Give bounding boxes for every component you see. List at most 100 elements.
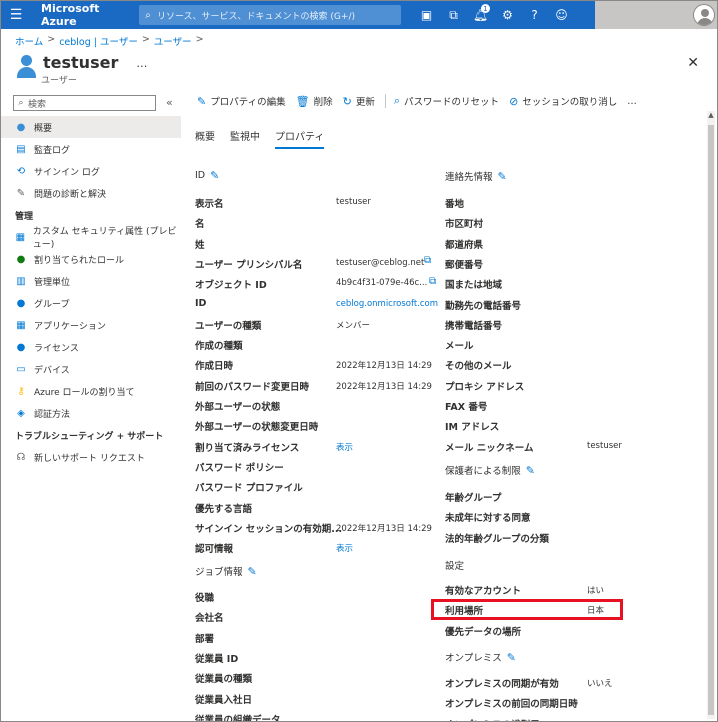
reset-password-button[interactable]: ⌕ パスワードのリセット — [394, 94, 499, 108]
revoke-sessions-label: セッションの取り消し — [522, 97, 618, 108]
property-label: 国または地域 — [445, 280, 503, 292]
property-label: IM アドレス — [445, 422, 500, 434]
global-search-input[interactable]: ⌕ リソース、サービス、ドキュメントの検索 (G+/) — [139, 5, 401, 25]
edit-pencil-icon[interactable]: ✎ — [526, 464, 535, 477]
refresh-button[interactable]: ↻ 更新 — [343, 94, 375, 109]
menu-icon[interactable]: ☰ — [1, 1, 31, 29]
sidebar-item-signin-logs[interactable]: ⟲ サインイン ログ — [1, 160, 181, 182]
chevron-right-icon: > — [47, 34, 56, 45]
property-label: 携帯電話番号 — [445, 320, 503, 332]
brand-label[interactable]: Microsoft Azure — [31, 2, 126, 28]
property-label: 従業員の種類 — [195, 674, 253, 686]
property-link[interactable]: 表示 — [336, 542, 353, 554]
property-value: 4b9c4f31-079e-46c... — [336, 278, 428, 289]
property-label: 市区町村 — [445, 219, 484, 231]
revoke-sessions-button[interactable]: ⊘ セッションの取り消し — [509, 94, 618, 109]
property-label: 割り当て済みライセンス — [195, 442, 300, 454]
property-label: 部署 — [195, 633, 215, 645]
property-label: 外部ユーザーの状態 — [195, 402, 281, 413]
sidebar-item-overview[interactable]: ● 概要 — [1, 116, 181, 138]
sidebar-item-label: グループ — [34, 299, 70, 310]
device-icon: ▭ — [16, 363, 26, 375]
property-link[interactable]: ceblog.onmicrosoft.com — [336, 299, 438, 309]
sidebar-item-licenses[interactable]: ● ライセンス — [1, 336, 181, 358]
property-label: パスワード ポリシー — [195, 462, 284, 474]
page-header: testuser … — [15, 53, 147, 79]
directory-filter-icon[interactable]: ⧉ — [440, 1, 467, 29]
sidebar-item-auth-methods[interactable]: ◈ 認証方法 — [1, 402, 181, 424]
license-icon: ● — [16, 341, 26, 353]
sidebar-item-devices[interactable]: ▭ デバイス — [1, 358, 181, 380]
sidebar-item-groups[interactable]: ● グループ — [1, 292, 181, 314]
edit-pencil-icon[interactable]: ✎ — [498, 170, 507, 183]
property-value: testuser@ceblog.net — [336, 257, 425, 268]
sidebar-item-assigned-roles[interactable]: ● 割り当てられたロール — [1, 248, 181, 270]
block-icon: ⊘ — [509, 94, 519, 108]
section-identity: ID ✎ — [195, 169, 219, 182]
property-link[interactable]: 表示 — [336, 441, 353, 453]
property-label: 未成年に対する同意 — [445, 513, 531, 525]
sidebar-item-azure-role-assignments[interactable]: ⚷ Azure ロールの割り当て — [1, 380, 181, 402]
property-label: ユーザー プリンシパル名 — [195, 259, 303, 271]
close-icon[interactable]: ✕ — [687, 55, 699, 71]
edit-pencil-icon[interactable]: ✎ — [248, 565, 257, 578]
scrollbar[interactable]: ▲ — [707, 111, 715, 719]
scroll-up-icon[interactable]: ▲ — [707, 111, 715, 121]
collapse-sidebar-icon[interactable]: « — [166, 96, 173, 109]
copy-icon[interactable]: ⧉ — [424, 255, 431, 266]
scrollbar-thumb[interactable] — [708, 125, 714, 715]
property-label: 番地 — [445, 199, 465, 210]
sidebar-search-input[interactable]: ⌕ 検索 — [13, 95, 156, 111]
property-label: 作成日時 — [195, 361, 234, 373]
breadcrumb-home[interactable]: ホーム — [15, 34, 43, 48]
property-label: 会社名 — [195, 613, 224, 625]
toolbar-divider — [384, 94, 386, 108]
property-value: 2022年12月13日 14:29 — [336, 381, 432, 392]
gear-icon[interactable]: ⚙ — [494, 1, 521, 29]
notification-bell-icon[interactable]: 🔔︎ 1 — [467, 1, 494, 29]
tab-overview[interactable]: 概要 — [195, 128, 215, 149]
sidebar-item-custom-attributes[interactable]: ▦ カスタム セキュリティ属性 (プレビュー) — [1, 226, 181, 250]
command-bar: ✎ プロパティの編集 🗑︎ 削除 ↻ 更新 ⌕ パスワードのリセット ⊘ セッションの取り… — [197, 94, 647, 108]
feedback-icon[interactable]: ☺ — [548, 1, 575, 29]
sidebar-item-applications[interactable]: ▦ アプリケーション — [1, 314, 181, 336]
shield-icon: ◈ — [17, 407, 25, 419]
sidebar-item-label: デバイス — [34, 365, 70, 376]
breadcrumb-users-blade[interactable]: ceblog | ユーザー — [59, 34, 138, 48]
tab-bar: 概要 監視中 プロパティ — [195, 128, 339, 149]
edit-properties-label: プロパティの編集 — [210, 97, 286, 108]
edit-pencil-icon[interactable]: ✎ — [507, 651, 516, 664]
page-title: testuser — [43, 53, 119, 72]
pencil-icon: ✎ — [197, 94, 207, 108]
property-label: その他のメール — [445, 361, 512, 373]
account-area[interactable] — [595, 1, 717, 29]
breadcrumb-users[interactable]: ユーザー — [154, 34, 192, 48]
edit-properties-button[interactable]: ✎ プロパティの編集 — [197, 94, 286, 109]
property-value: はい — [587, 586, 605, 596]
section-settings-label: 設定 — [445, 561, 465, 572]
sidebar-section-manage: 管理 — [15, 211, 34, 222]
avatar[interactable] — [693, 4, 715, 26]
edit-pencil-icon[interactable]: ✎ — [210, 169, 219, 182]
help-icon[interactable]: ? — [521, 1, 548, 29]
tab-monitoring[interactable]: 監視中 — [230, 128, 260, 149]
sidebar-item-new-support-request[interactable]: ☊ 新しいサポート リクエスト — [1, 446, 181, 468]
copy-icon[interactable]: ⧉ — [429, 276, 436, 287]
more-commands-button[interactable]: … — [627, 96, 637, 107]
property-value: いいえ — [587, 679, 613, 689]
delete-button[interactable]: 🗑︎ 削除 — [296, 94, 333, 109]
cloud-shell-icon[interactable]: ▣ — [413, 1, 440, 29]
property-label: 認可情報 — [195, 544, 234, 556]
sidebar-item-label: 割り当てられたロール — [34, 255, 125, 266]
property-label: 有効なアカウント — [445, 586, 522, 597]
sidebar-item-label: サインイン ログ — [34, 167, 100, 178]
support-icon: ☊ — [16, 451, 26, 463]
top-bar: ☰ Microsoft Azure ⌕ リソース、サービス、ドキュメントの検索 … — [1, 1, 717, 29]
sidebar-item-audit-logs[interactable]: ▤ 監査ログ — [1, 138, 181, 160]
more-options-button[interactable]: … — [136, 57, 147, 70]
sidebar-item-diagnose[interactable]: ✎ 問題の診断と解決 — [1, 182, 181, 204]
roles-icon: ● — [16, 253, 26, 265]
tab-properties[interactable]: プロパティ — [275, 128, 325, 149]
section-job-info: ジョブ情報 ✎ — [195, 564, 257, 579]
sidebar-item-admin-units[interactable]: ▥ 管理単位 — [1, 270, 181, 292]
